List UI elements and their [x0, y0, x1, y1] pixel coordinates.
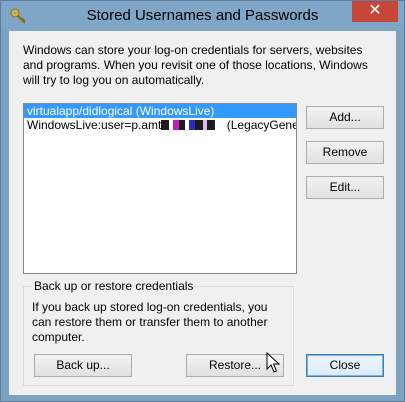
- list-item-label-prefix: WindowsLive:user=p.amt: [27, 118, 162, 132]
- list-item[interactable]: virtualapp/didlogical (WindowsLive): [24, 104, 296, 118]
- credentials-list[interactable]: virtualapp/didlogical (WindowsLive) Wind…: [23, 103, 297, 274]
- remove-button[interactable]: Remove: [306, 141, 384, 164]
- backup-button[interactable]: Back up...: [34, 354, 132, 377]
- list-item[interactable]: WindowsLive:user=p.amt (LegacyGeneric: [24, 118, 296, 132]
- group-title: Back up or restore credentials: [32, 279, 196, 293]
- edit-button-label: Edit...: [329, 180, 361, 194]
- description-text: Windows can store your log-on credential…: [23, 43, 368, 87]
- close-button-label: Close: [329, 358, 361, 372]
- mouse-cursor-icon: [266, 352, 281, 373]
- dialog-content: Windows can store your log-on credential…: [9, 31, 396, 395]
- add-button[interactable]: Add...: [306, 106, 384, 129]
- add-button-label: Add...: [329, 110, 361, 124]
- dialog-window: Stored Usernames and Passwords ✕ Windows…: [0, 0, 405, 402]
- list-item-label: virtualapp/didlogical (WindowsLive): [27, 104, 215, 118]
- title-bar[interactable]: Stored Usernames and Passwords ✕: [1, 1, 404, 31]
- redacted-username: [161, 120, 224, 130]
- edit-button[interactable]: Edit...: [306, 176, 384, 199]
- remove-button-label: Remove: [322, 145, 368, 159]
- restore-button-label: Restore...: [208, 358, 262, 372]
- dialog-title: Stored Usernames and Passwords: [86, 7, 319, 24]
- group-description: If you back up stored log-on credentials…: [32, 300, 268, 344]
- list-item-label-suffix: (LegacyGeneric: [226, 118, 296, 132]
- close-window-button[interactable]: ✕: [352, 1, 398, 22]
- backup-button-label: Back up...: [56, 358, 110, 372]
- close-button[interactable]: Close: [306, 354, 384, 377]
